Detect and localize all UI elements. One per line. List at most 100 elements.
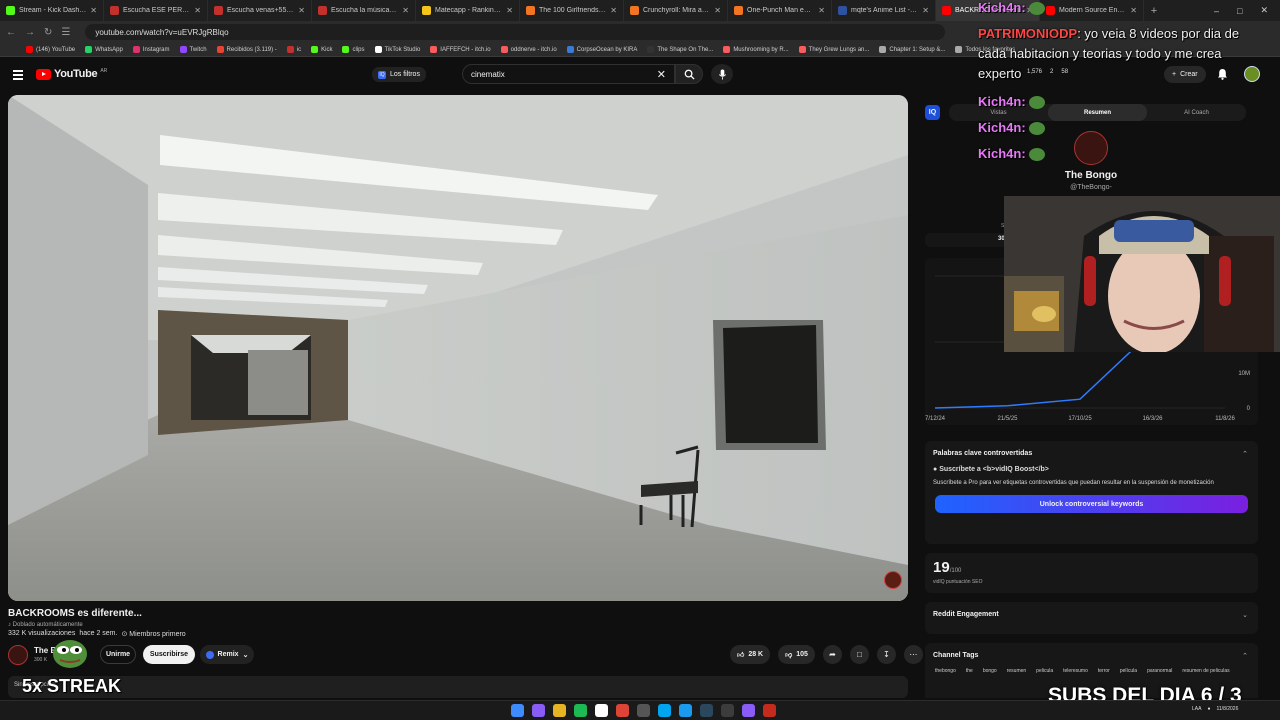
close-tab-icon[interactable]: ✕ [402,6,409,15]
taskbar-app-icon[interactable] [616,704,629,717]
language-indicator[interactable]: LAA [1192,706,1201,712]
close-tab-icon[interactable]: ✕ [922,6,929,15]
dislike-button[interactable]: 👎︎ 105 [778,645,815,664]
new-tab-icon[interactable]: + [1144,0,1164,21]
browser-tab[interactable]: Escucha la música de ask ✕ [312,0,416,21]
channel-tag[interactable]: pelicula [1036,668,1053,674]
clock-date[interactable]: 11/8/2026 [1216,706,1238,712]
browser-tab[interactable]: Crunchyroll: Mira anime ✕ [624,0,728,21]
bookmark-item[interactable]: (146) YouTube [26,46,75,53]
close-tab-icon[interactable]: ✕ [506,6,513,15]
menu-icon[interactable] [13,70,23,82]
browser-tab[interactable]: The 100 Girlfriends Who ✕ [520,0,624,21]
taskbar-app-icon[interactable] [742,704,755,717]
clear-search-icon[interactable]: ✕ [657,68,666,81]
channel-tag[interactable]: paranormal [1147,668,1172,674]
forward-arrow-icon[interactable]: → [25,27,35,38]
channel-tag[interactable]: resumen de peliculas [1182,668,1229,674]
channel-tag[interactable]: teleresumo [1063,668,1088,674]
channel-tag[interactable]: bongo [983,668,997,674]
url-field[interactable]: youtube.com/watch?v=uEVRJgRBlqo [85,24,946,40]
channel-watermark[interactable] [884,571,902,589]
browser-tab[interactable]: mqte's Anime List - MyAn ✕ [832,0,936,21]
browser-tab[interactable]: Escucha venas+55c de ag ✕ [208,0,312,21]
taskbar-app-icon[interactable] [511,704,524,717]
channel-tag[interactable]: película [1120,668,1137,674]
bookmark-item[interactable]: oddnerve - itch.io [500,46,557,53]
close-tab-icon[interactable]: ✕ [194,6,201,15]
bookmark-item[interactable]: ic [286,46,301,53]
close-window-icon[interactable]: ✕ [1260,5,1268,16]
taskbar-app-icon[interactable] [553,704,566,717]
filters-chip[interactable]: IQ Los filtros [372,67,426,82]
taskbar-app-icon[interactable] [721,704,734,717]
bookmark-item[interactable]: Kick [311,46,332,53]
bookmark-item[interactable]: clips [342,46,365,53]
channel-tag[interactable]: resumen [1007,668,1026,674]
bookmark-item[interactable]: They Grew Lungs an... [798,46,869,53]
bookmark-item[interactable]: Instagram [132,46,170,53]
bookmark-item[interactable]: Recibidos (3.119) - [216,46,277,53]
taskbar-app-icon[interactable] [700,704,713,717]
download-button[interactable]: ↧ [876,645,896,664]
browser-tab[interactable]: Escucha ESE PERFUME de ✕ [104,0,208,21]
remix-button[interactable]: Remix ⌄ [200,645,254,664]
video-player[interactable] [8,95,908,601]
bookmark-item[interactable]: TikTok Studio [374,46,420,53]
channel-tag[interactable]: terror [1098,668,1110,674]
taskbar-app-icon[interactable] [658,704,671,717]
bookmark-item[interactable]: Mushrooming by R... [723,46,789,53]
subscribe-button[interactable]: Suscribirse [143,645,195,664]
bookmark-item[interactable]: WhatsApp [85,46,123,53]
close-tab-icon[interactable]: ✕ [1130,6,1137,15]
search-input[interactable]: cinematix ✕ [462,64,675,84]
chevron-up-icon[interactable]: ⌃ [1242,450,1248,458]
close-tab-icon[interactable]: ✕ [298,6,305,15]
bookmark-item[interactable]: Twitch [179,46,207,53]
maximize-icon[interactable]: □ [1237,6,1242,16]
chevron-up-icon[interactable]: ⌃ [1242,652,1248,660]
voice-search-button[interactable] [711,64,733,84]
reload-icon[interactable]: ↻ [44,27,52,38]
bookmark-item[interactable]: The Shape On The... [647,46,713,53]
join-button[interactable]: Unirme [100,645,136,664]
bookmark-item[interactable]: Chapter 1: Setup &... [879,46,945,53]
create-button[interactable]: + Crear [1164,66,1206,83]
taskbar-app-icon[interactable] [637,704,650,717]
youtube-logo[interactable]: YouTube AR [36,68,107,80]
site-info-icon[interactable]: ☰ [61,27,70,38]
close-tab-icon[interactable]: ✕ [90,6,97,15]
account-avatar[interactable] [1244,66,1260,82]
like-button[interactable]: 👍︎ 28 K [730,645,771,664]
browser-tab[interactable]: Matecapp - Ranking y Ra ✕ [416,0,520,21]
taskbar-app-icon[interactable] [679,704,692,717]
taskbar-app-icon[interactable] [574,704,587,717]
minimize-icon[interactable]: – [1214,6,1219,16]
taskbar-app-icon[interactable] [595,704,608,717]
browser-tab[interactable]: Modern Source Engine G ✕ [1040,0,1144,21]
bookmark-item[interactable]: CorpseOcean by KIRA [566,46,637,53]
browser-tab[interactable]: One-Punch Man en Españ✕ [728,0,832,21]
wifi-icon[interactable]: ● [1207,706,1210,712]
reddit-card[interactable]: Reddit Engagement ⌄ [925,602,1258,634]
vidiq-logo-icon[interactable]: IQ [925,105,940,120]
share-button[interactable]: ➦ [822,645,842,664]
channel-tag[interactable]: the [966,668,973,674]
channel-tag[interactable]: thebongo [935,668,956,674]
taskbar-app-icon[interactable] [763,704,776,717]
save-button[interactable]: □ [849,645,869,664]
channel-avatar[interactable] [8,645,28,665]
close-tab-icon[interactable]: ✕ [714,6,721,15]
bookmark-item[interactable]: IAFFEFCH - itch.io [430,46,491,53]
back-arrow-icon[interactable]: ← [6,27,16,38]
notifications-bell-icon[interactable] [1217,68,1228,80]
close-tab-icon[interactable]: ✕ [610,6,617,15]
tab-ai-coach[interactable]: AI Coach [1147,104,1246,121]
browser-tab[interactable]: Stream - Kick Dashboard ✕ [0,0,104,21]
tab-resumen[interactable]: Resumen [1048,104,1147,121]
search-button[interactable] [675,64,703,84]
unlock-keywords-button[interactable]: Unlock controversial keywords [935,495,1248,513]
taskbar-app-icon[interactable] [532,704,545,717]
description-box[interactable]: Sin descripción [8,676,908,698]
close-tab-icon[interactable]: ✕ [818,6,825,15]
